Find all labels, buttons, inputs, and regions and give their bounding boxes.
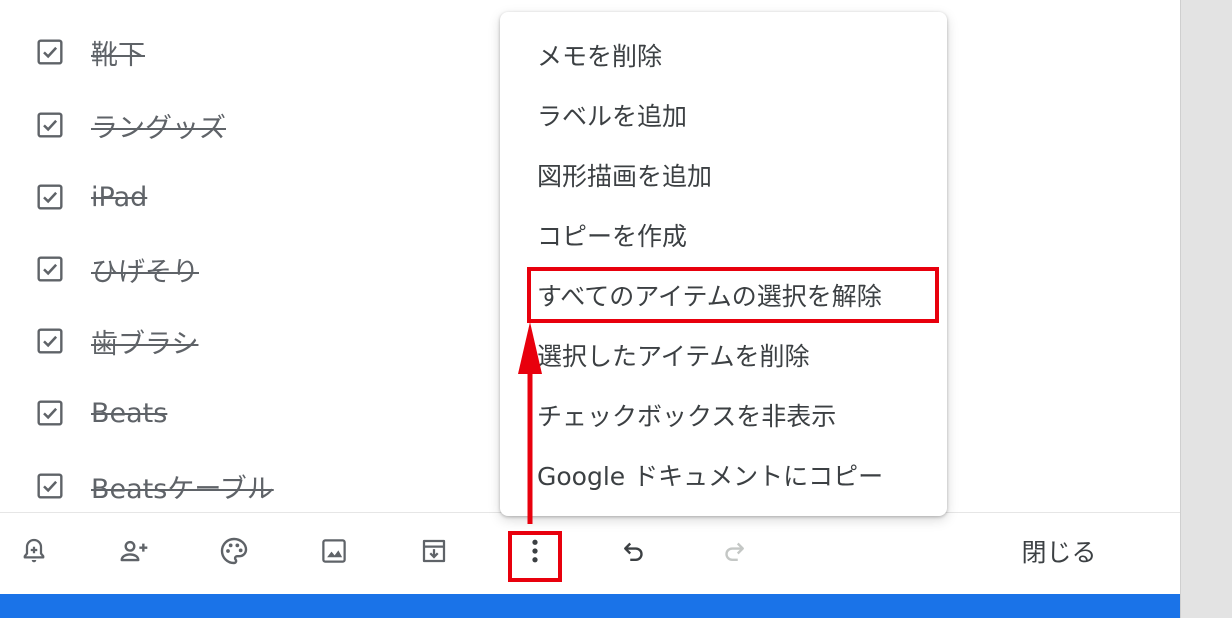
checklist-item[interactable]: iPad [0, 172, 480, 222]
menu-item-copy-to-docs[interactable]: Google ドキュメントにコピー [500, 445, 947, 505]
checklist-item-text[interactable]: 靴下 [91, 33, 145, 72]
checklist-item[interactable]: Beatsケーブル [0, 461, 480, 511]
checklist-item[interactable]: 歯ブラシ [0, 316, 480, 366]
bottom-toolbar: 閉じる [0, 512, 1180, 588]
checklist-item-text[interactable]: ひげそり [91, 250, 199, 289]
undo-icon[interactable] [616, 533, 652, 569]
image-icon[interactable] [316, 533, 352, 569]
menu-item-delete-checked[interactable]: 選択したアイテムを削除 [500, 325, 947, 385]
close-button[interactable]: 閉じる [1004, 531, 1114, 571]
checklist-item-text[interactable]: Beats [91, 398, 167, 429]
checkbox-checked-icon[interactable] [34, 181, 66, 213]
checklist-item-text[interactable]: iPad [91, 182, 147, 213]
checkbox-checked-icon[interactable] [34, 325, 66, 357]
checklist-item[interactable]: ラングッズ [0, 100, 480, 150]
checkbox-checked-icon[interactable] [34, 109, 66, 141]
checkbox-checked-icon[interactable] [34, 253, 66, 285]
context-menu: メモを削除 ラベルを追加 図形描画を追加 コピーを作成 すべてのアイテムの選択を… [500, 12, 947, 516]
menu-item-hide-checkboxes[interactable]: チェックボックスを非表示 [500, 385, 947, 445]
checklist-item-text[interactable]: Beatsケーブル [91, 467, 274, 506]
archive-icon[interactable] [416, 533, 452, 569]
accent-bar [0, 594, 1180, 618]
more-vert-icon[interactable] [517, 533, 553, 569]
reminder-bell-icon[interactable] [16, 533, 52, 569]
collaborator-icon[interactable] [116, 533, 152, 569]
checklist-item-text[interactable]: 歯ブラシ [91, 322, 198, 361]
checklist-item-text[interactable]: ラングッズ [91, 106, 226, 145]
checkbox-checked-icon[interactable] [34, 470, 66, 502]
redo-icon[interactable] [716, 533, 752, 569]
menu-item-add-label[interactable]: ラベルを追加 [500, 85, 947, 145]
checkbox-checked-icon[interactable] [34, 397, 66, 429]
right-gutter [1180, 0, 1232, 618]
menu-item-uncheck-all[interactable]: すべてのアイテムの選択を解除 [500, 265, 947, 325]
checkbox-checked-icon[interactable] [34, 36, 66, 68]
menu-item-make-copy[interactable]: コピーを作成 [500, 205, 947, 265]
menu-item-delete-note[interactable]: メモを削除 [500, 25, 947, 85]
checklist-item[interactable]: ひげそり [0, 244, 480, 294]
menu-item-add-drawing[interactable]: 図形描画を追加 [500, 145, 947, 205]
palette-icon[interactable] [216, 533, 252, 569]
checklist-item[interactable]: 靴下 [0, 27, 480, 77]
checklist-item[interactable]: Beats [0, 388, 480, 438]
